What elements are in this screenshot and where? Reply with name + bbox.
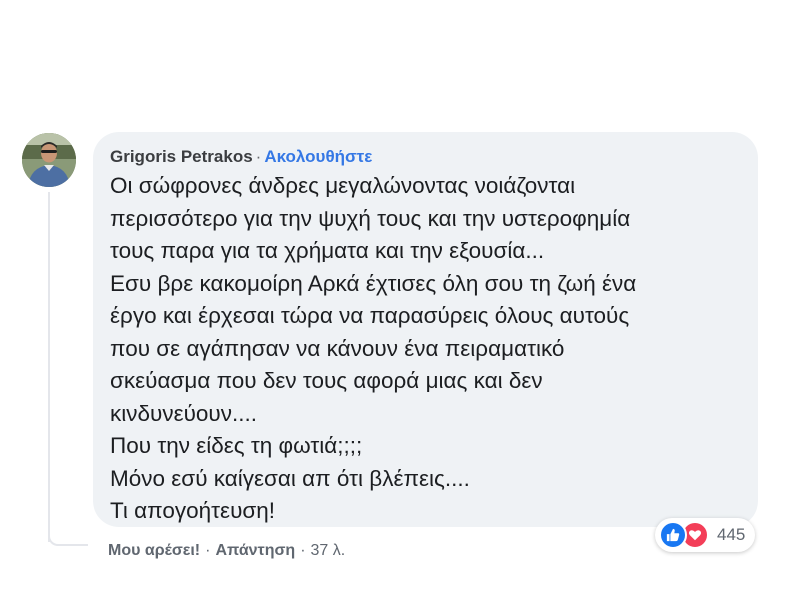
comment-text: Οι σώφρονες άνδρες μεγαλώνοντας νοιάζοντ…	[110, 170, 738, 528]
comment-line: κινδυνεύουν....	[110, 400, 257, 426]
comment-line: Που την είδες τη φωτιά;;;;	[110, 433, 363, 458]
reply-button[interactable]: Απάντηση	[215, 542, 295, 559]
reactions-summary[interactable]: 445	[655, 518, 756, 552]
comment-actions: Μου αρέσει! · Απάντηση · 37 λ.	[108, 541, 345, 561]
action-separator: ·	[300, 542, 306, 559]
comment-timestamp[interactable]: 37 λ.	[311, 542, 346, 559]
thread-branch	[48, 532, 88, 546]
comment-header: Grigoris Petrakos · Ακολουθήστε	[110, 146, 738, 168]
comment-line: τους παρα για τα χρήματα και την εξουσία…	[110, 238, 545, 263]
comment-line: σκεύασμα που δεν τους αφορά μιας και δεν	[110, 368, 543, 393]
comment-line: Εσυ βρε κακομοίρη Αρκά έχτισες όλη σου τ…	[110, 270, 637, 296]
comment-line: Τι απογοήτευση!	[110, 498, 276, 523]
action-separator: ·	[205, 542, 211, 559]
reaction-count: 445	[717, 525, 746, 544]
comment-line: που σε αγάπησαν να κάνουν ένα πειραματικ…	[110, 335, 565, 361]
follow-link[interactable]: Ακολουθήστε	[264, 147, 372, 166]
comment-line: έργο και έρχεσαι τώρα να παρασύρεις όλου…	[110, 303, 630, 328]
avatar[interactable]	[22, 133, 76, 187]
profile-photo-icon	[22, 133, 76, 187]
author-name[interactable]: Grigoris Petrakos	[110, 147, 253, 166]
comment-page: Grigoris Petrakos · Ακολουθήστε Οι σώφρονε…	[0, 0, 800, 600]
comment-line: Οι σώφρονες άνδρες μεγαλώνοντας νοιάζοντ…	[110, 173, 576, 198]
comment-bubble: Grigoris Petrakos · Ακολουθήστε Οι σώφρονε…	[93, 132, 758, 527]
like-icon	[659, 521, 687, 549]
like-button[interactable]: Μου αρέσει!	[108, 542, 200, 559]
header-separator: ·	[255, 147, 262, 166]
comment-line: Μόνο εσύ καίγεσαι απ ότι βλέπεις....	[110, 465, 470, 491]
thread-line	[48, 192, 50, 542]
comment-line: περισσότερο για την ψυχή τους και την υσ…	[110, 205, 631, 231]
